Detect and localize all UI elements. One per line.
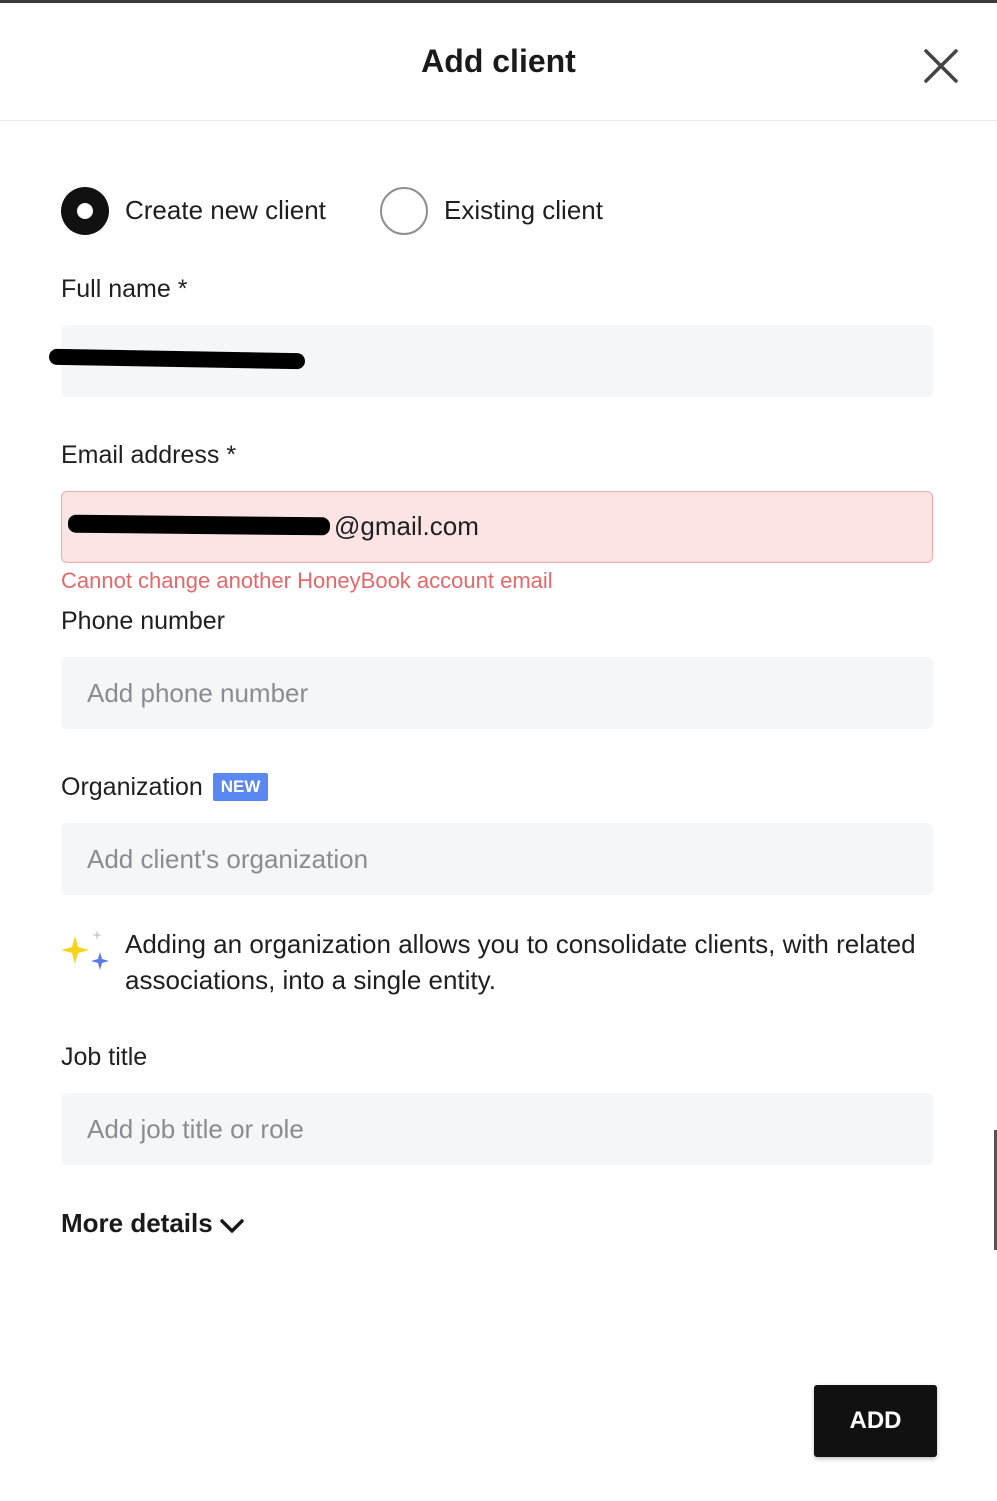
phone-input[interactable]: Add phone number [61, 657, 933, 729]
sparkle-icon [61, 930, 111, 981]
radio-label: Create new client [125, 195, 326, 225]
full-name-label: Full name * [61, 275, 188, 303]
phone-label: Phone number [61, 607, 226, 635]
chevron-down-icon [219, 1219, 244, 1233]
more-details-label: More details [61, 1208, 213, 1238]
email-value: @gmail.com [334, 511, 479, 541]
dialog-title: Add client [421, 43, 576, 79]
job-title-label: Job title [61, 1043, 148, 1071]
radio-label: Existing client [444, 195, 603, 225]
full-name-field[interactable] [48, 325, 933, 397]
email-error-message: Cannot change another HoneyBook account … [61, 568, 553, 593]
radio-unselected-icon [380, 187, 428, 235]
new-badge: NEW [212, 773, 269, 801]
close-icon[interactable] [918, 43, 964, 89]
phone-placeholder: Add phone number [87, 678, 309, 708]
radio-selected-icon [61, 187, 109, 235]
organization-placeholder: Add client's organization [87, 844, 369, 874]
organization-label-text: Organization [61, 773, 203, 801]
job-title-placeholder: Add job title or role [87, 1114, 304, 1144]
redaction-mark [48, 348, 306, 370]
organization-info-text: Adding an organization allows you to con… [125, 929, 916, 995]
job-title-input[interactable]: Add job title or role [61, 1093, 933, 1165]
organization-input[interactable]: Add client's organization [61, 823, 933, 895]
redaction-mark [67, 514, 331, 536]
organization-label: Organization NEW [61, 773, 269, 802]
add-button[interactable]: ADD [814, 1385, 937, 1457]
more-details-toggle[interactable]: More details [61, 1208, 245, 1239]
email-label: Email address * [61, 441, 237, 469]
email-field[interactable]: @gmail.com [61, 491, 933, 563]
dialog-header: Add client [0, 3, 997, 121]
